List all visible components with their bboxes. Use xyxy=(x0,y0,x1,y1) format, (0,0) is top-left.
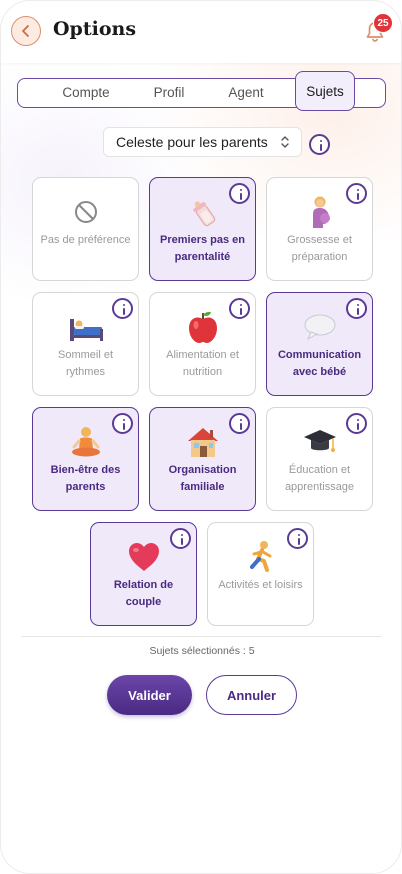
cancel-button[interactable]: Annuler xyxy=(206,675,297,715)
topic-card-relation-couple[interactable]: Relation de couple xyxy=(90,522,197,626)
chevron-updown-icon xyxy=(281,136,289,148)
validate-button[interactable]: Valider xyxy=(107,675,192,715)
chevron-left-icon xyxy=(22,25,29,37)
running-person-icon xyxy=(249,541,271,572)
graduation-cap-icon xyxy=(303,430,336,452)
topic-label: Grossesse et préparation xyxy=(287,234,352,263)
heart-icon xyxy=(128,543,159,571)
topic-card-alimentation[interactable]: Alimentation et nutrition xyxy=(149,292,256,396)
baby-bottle-icon xyxy=(192,201,215,227)
tab-agent[interactable]: Agent xyxy=(216,79,276,106)
topic-card-activites[interactable]: Activités et loisirs xyxy=(207,522,314,626)
topic-label: Bien-être des parents xyxy=(50,464,121,493)
topic-label: Pas de préférence xyxy=(40,234,131,246)
topic-card-communication[interactable]: Communication avec bébé xyxy=(266,292,373,396)
topic-card-grossesse[interactable]: Grossesse et préparation xyxy=(266,177,373,281)
topic-label: Activités et loisirs xyxy=(218,579,303,591)
tab-profil[interactable]: Profil xyxy=(138,79,200,106)
speech-bubble-icon xyxy=(304,314,335,341)
divider xyxy=(21,636,382,637)
topic-label: Alimentation et nutrition xyxy=(166,349,239,378)
topic-card-bien-etre[interactable]: Bien-être des parents xyxy=(32,407,139,511)
topic-label: Sommeil et rythmes xyxy=(57,349,114,378)
topic-card-pas-de-preference[interactable]: Pas de préférence xyxy=(32,177,139,281)
topic-card-education[interactable]: Éducation et apprentissage xyxy=(266,407,373,511)
pregnant-woman-icon xyxy=(312,196,330,228)
back-button[interactable] xyxy=(11,16,41,46)
topic-card-premiers-pas[interactable]: Premiers pas en parentalité xyxy=(149,177,256,281)
meditation-icon xyxy=(71,427,100,457)
house-icon xyxy=(187,428,218,457)
no-preference-icon xyxy=(74,201,97,223)
topic-label: Organisation familiale xyxy=(168,464,237,493)
selected-count: Sujets sélectionnés : 5 xyxy=(149,645,255,657)
apple-icon xyxy=(188,311,217,343)
notification-badge: 25 xyxy=(373,13,393,33)
tab-bar: Compte Profil Agent Sujets xyxy=(17,71,386,111)
agent-info-icon[interactable] xyxy=(309,134,330,155)
top-bar: Options 25 xyxy=(1,1,401,63)
topic-card-organisation[interactable]: Organisation familiale xyxy=(149,407,256,511)
page-title: Options xyxy=(53,18,137,40)
topic-label: Communication avec bébé xyxy=(277,349,362,378)
app-screen: Options 25 Compte Profil Agent Sujets Ce… xyxy=(0,0,402,874)
topic-label: Premiers pas en parentalité xyxy=(160,234,245,263)
topic-card-sommeil[interactable]: Sommeil et rythmes xyxy=(32,292,139,396)
topic-label: Relation de couple xyxy=(113,579,174,608)
agent-select-value: Celeste pour les parents xyxy=(116,134,268,150)
agent-select[interactable]: Celeste pour les parents xyxy=(103,127,302,157)
tab-compte[interactable]: Compte xyxy=(48,79,124,106)
tab-sujets[interactable]: Sujets xyxy=(295,71,355,111)
bed-icon xyxy=(69,319,103,341)
topic-label: Éducation et apprentissage xyxy=(284,464,355,493)
